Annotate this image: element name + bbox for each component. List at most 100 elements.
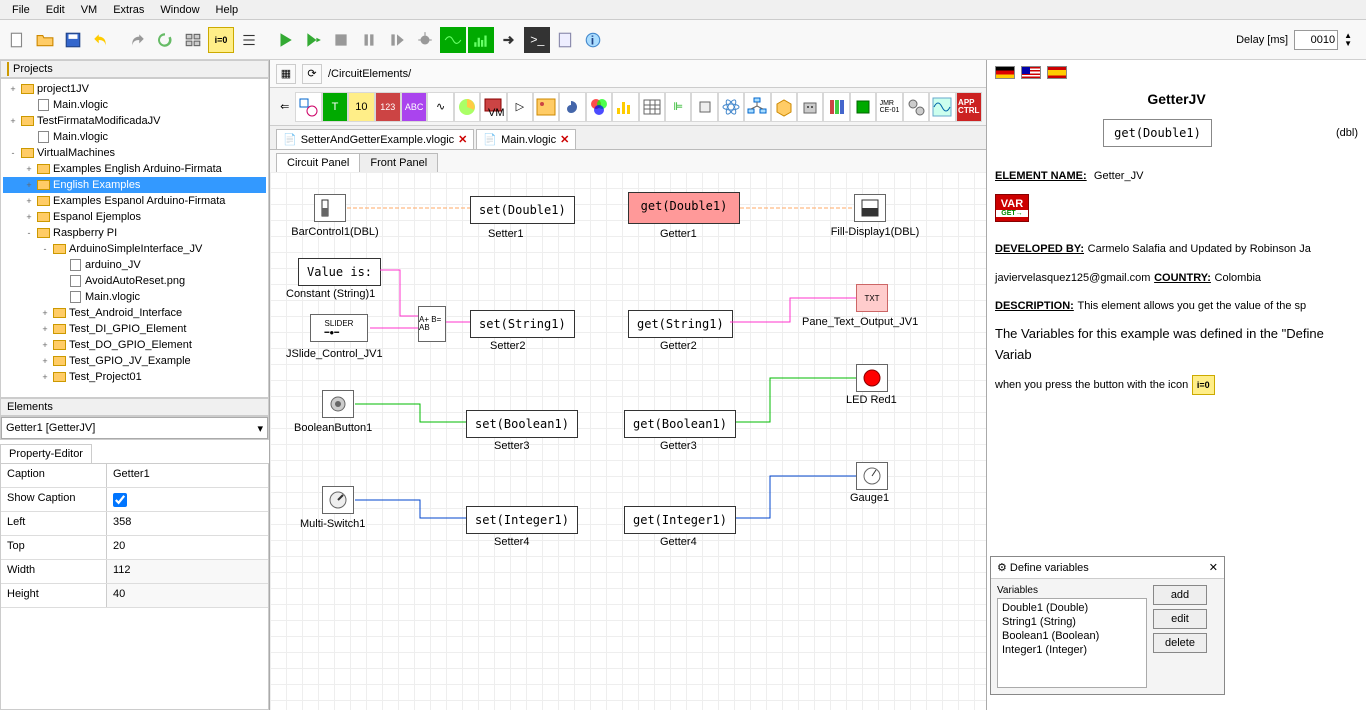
circuit-panel-tab[interactable]: Circuit Panel <box>276 153 360 172</box>
tree-item[interactable]: arduino_JV <box>3 257 266 273</box>
save-button[interactable] <box>60 27 86 53</box>
comp-robot-icon[interactable] <box>797 92 823 122</box>
comp-box-icon[interactable] <box>771 92 797 122</box>
tree-item[interactable]: +Examples English Arduino-Firmata <box>3 161 266 177</box>
tree-item[interactable]: +Test_DI_GPIO_Element <box>3 321 266 337</box>
step-button[interactable] <box>384 27 410 53</box>
play-debug-button[interactable] <box>300 27 326 53</box>
menu-help[interactable]: Help <box>208 4 247 16</box>
menu-vm[interactable]: VM <box>73 4 106 16</box>
tree-item[interactable]: +English Examples <box>3 177 266 193</box>
comp-link-icon[interactable]: ⊫ <box>665 92 691 122</box>
comp-books-icon[interactable] <box>823 92 849 122</box>
tree-item[interactable]: +Test_GPIO_JV_Example <box>3 353 266 369</box>
edit-button[interactable]: edit <box>1153 609 1207 629</box>
refresh-button[interactable] <box>152 27 178 53</box>
list-item[interactable]: String1 (String) <box>1000 615 1144 629</box>
front-panel-tab[interactable]: Front Panel <box>359 153 438 172</box>
bc-refresh-icon[interactable]: ⟳ <box>302 64 322 84</box>
comp-pie-icon[interactable] <box>454 92 480 122</box>
open-button[interactable] <box>32 27 58 53</box>
tree-item[interactable]: Main.vlogic <box>3 129 266 145</box>
file-tab-1[interactable]: 📄 Main.vlogic ✕ <box>476 129 576 149</box>
block-boolbtn[interactable] <box>322 390 354 418</box>
variables-list[interactable]: Double1 (Double) String1 (String) Boolea… <box>997 598 1147 688</box>
block-slider[interactable]: SLIDER━●━ <box>310 314 368 342</box>
tree-item[interactable]: +Test_Android_Interface <box>3 305 266 321</box>
block-constant[interactable]: Value is: <box>298 258 381 286</box>
circuit-canvas[interactable]: BarControl1(DBL) set(Double1) Setter1 ge… <box>270 172 986 710</box>
block-pane[interactable]: TXT <box>856 284 888 312</box>
grid-button[interactable] <box>180 27 206 53</box>
tree-item[interactable]: +Test_DO_GPIO_Element <box>3 337 266 353</box>
comp-img-icon[interactable] <box>533 92 559 122</box>
comp-shape-icon[interactable] <box>295 92 321 122</box>
block-setter4[interactable]: set(Integer1) <box>466 506 578 534</box>
property-row[interactable]: Show Caption <box>1 488 268 512</box>
block-gauge[interactable] <box>856 462 888 490</box>
redo-button[interactable] <box>124 27 150 53</box>
file-tab-0[interactable]: 📄 SetterAndGetterExample.vlogic ✕ <box>276 129 474 149</box>
comp-str-icon[interactable]: ABC <box>401 92 427 122</box>
comp-appctrl-icon[interactable]: APPCTRL <box>956 92 982 122</box>
property-row[interactable]: CaptionGetter1 <box>1 464 268 488</box>
comp-bool-icon[interactable]: T <box>322 92 348 122</box>
comp-chip-icon[interactable] <box>691 92 717 122</box>
block-getter3[interactable]: get(Boolean1) <box>624 410 736 438</box>
block-getter4[interactable]: get(Integer1) <box>624 506 736 534</box>
block-filldisplay[interactable] <box>854 194 886 222</box>
doc-button[interactable] <box>552 27 578 53</box>
block-setter2[interactable]: set(String1) <box>470 310 575 338</box>
property-row[interactable]: Left358 <box>1 512 268 536</box>
new-button[interactable] <box>4 27 30 53</box>
dialog-close-icon[interactable]: ✕ <box>1209 561 1218 574</box>
list-button[interactable] <box>236 27 262 53</box>
scope1-button[interactable] <box>440 27 466 53</box>
block-led[interactable] <box>856 364 888 392</box>
close-icon[interactable]: ✕ <box>560 133 569 146</box>
delay-spinner[interactable]: ▲▼ <box>1344 32 1352 48</box>
bc-grid-icon[interactable]: ▦ <box>276 64 296 84</box>
comp-jmr-icon[interactable]: JMRCE-01 <box>876 92 902 122</box>
comp-gears-icon[interactable] <box>903 92 929 122</box>
comp-dbl-icon[interactable]: 123 <box>375 92 401 122</box>
pause-button[interactable] <box>356 27 382 53</box>
property-grid[interactable]: CaptionGetter1Show CaptionLeft358Top20Wi… <box>0 463 269 710</box>
tree-item[interactable]: +TestFirmataModificadaJV <box>3 113 266 129</box>
property-row[interactable]: Height40 <box>1 584 268 608</box>
console-button[interactable]: >_ <box>524 27 550 53</box>
menu-file[interactable]: File <box>4 4 38 16</box>
menu-edit[interactable]: Edit <box>38 4 73 16</box>
property-row[interactable]: Top20 <box>1 536 268 560</box>
tree-item[interactable]: Main.vlogic <box>3 97 266 113</box>
show-caption-checkbox[interactable] <box>113 493 127 507</box>
flag-us-icon[interactable] <box>1021 66 1041 79</box>
tree-item[interactable]: +project1JV <box>3 81 266 97</box>
tree-item[interactable]: +Espanol Ejemplos <box>3 209 266 225</box>
menu-extras[interactable]: Extras <box>105 4 152 16</box>
list-item[interactable]: Integer1 (Integer) <box>1000 643 1144 657</box>
undo-button[interactable] <box>88 27 114 53</box>
comp-grid-icon[interactable] <box>639 92 665 122</box>
block-multiswitch[interactable] <box>322 486 354 514</box>
tree-item[interactable]: AvoidAutoReset.png <box>3 273 266 289</box>
arrow-button[interactable] <box>496 27 522 53</box>
comp-audio-icon[interactable] <box>559 92 585 122</box>
add-button[interactable]: add <box>1153 585 1207 605</box>
flag-de-icon[interactable] <box>995 66 1015 79</box>
comp-back-icon[interactable]: ⇐ <box>274 92 295 122</box>
block-getter2[interactable]: get(String1) <box>628 310 733 338</box>
block-getter1[interactable]: get(Double1) <box>628 192 740 224</box>
comp-amp-icon[interactable]: ▷ <box>507 92 533 122</box>
block-setter1[interactable]: set(Double1) <box>470 196 575 224</box>
block-concat[interactable]: A+ B= AB <box>418 306 446 342</box>
block-barcontrol[interactable] <box>314 194 346 222</box>
debug-button[interactable] <box>412 27 438 53</box>
info-button[interactable]: i <box>580 27 606 53</box>
comp-atom-icon[interactable] <box>718 92 744 122</box>
flag-es-icon[interactable] <box>1047 66 1067 79</box>
tree-item[interactable]: +Examples Espanol Arduino-Firmata <box>3 193 266 209</box>
block-setter3[interactable]: set(Boolean1) <box>466 410 578 438</box>
comp-flow-icon[interactable] <box>744 92 770 122</box>
comp-chip2-icon[interactable] <box>850 92 876 122</box>
